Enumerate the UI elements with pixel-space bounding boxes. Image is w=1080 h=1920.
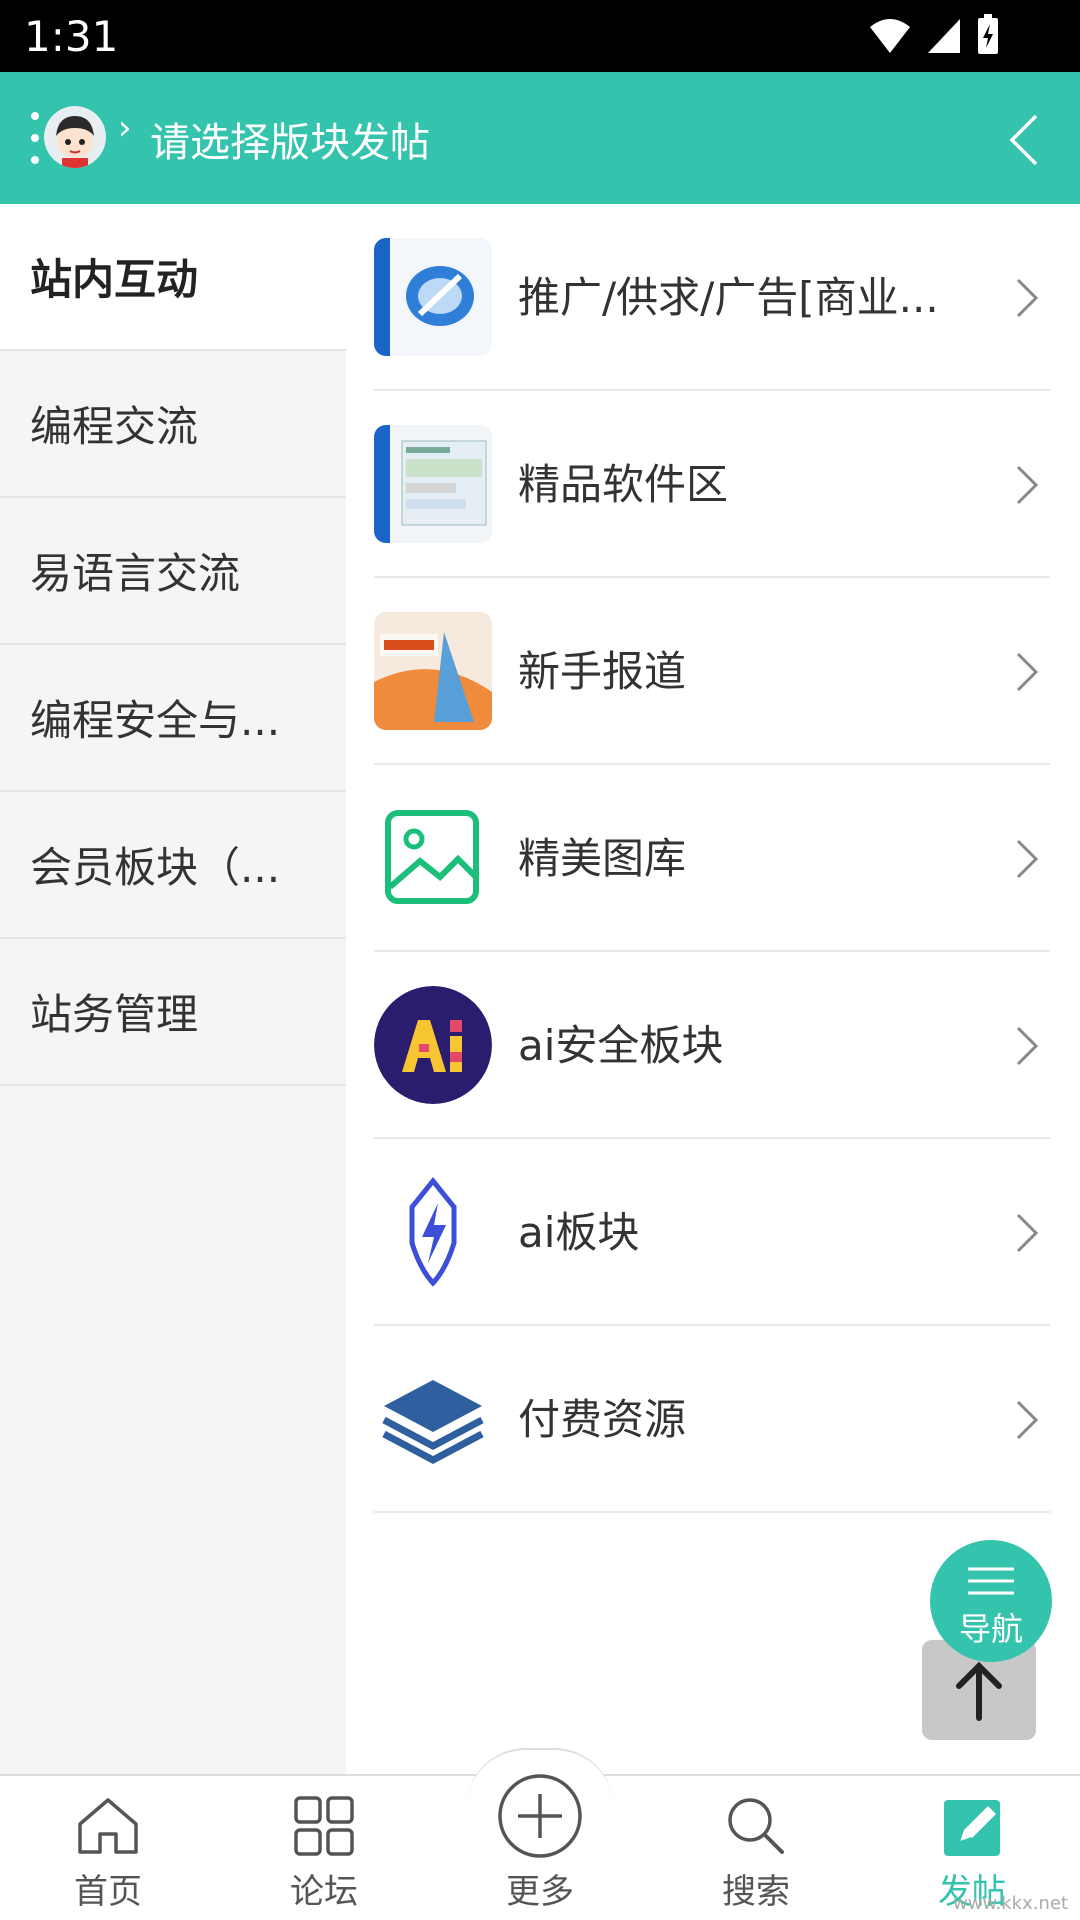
ai-security-icon [374, 986, 492, 1104]
layers-icon [374, 1360, 492, 1478]
forum-row[interactable]: 新手报道 [374, 578, 1050, 765]
nav-item-home[interactable]: 首页 [0, 1776, 216, 1920]
forum-name: 新手报道 [518, 647, 687, 696]
forum-row[interactable]: 付费资源 [374, 1326, 1050, 1513]
ai-lightning-icon [374, 1173, 492, 1291]
battery-charging-icon [978, 14, 998, 54]
signal-icon [928, 19, 960, 53]
search-icon [728, 1798, 784, 1854]
bottom-nav: 首页 论坛 更多 搜索 发帖 www.kkx.net [0, 1748, 1080, 1920]
nav-label: 首页 [74, 1872, 142, 1912]
sidebar-item-zhannei[interactable]: 站内互动 [0, 204, 346, 351]
chevron-right-icon [1016, 839, 1039, 879]
sidebar-item-biancheng[interactable]: 编程交流 [0, 351, 346, 498]
forum-name: 推广/供求/广告[商业... [518, 273, 939, 322]
category-sidebar: 站内互动 编程交流 易语言交流 编程安全与... 会员板块（... 站务管理 [0, 204, 346, 1774]
forum-list: 推广/供求/广告[商业... 精品软件区 新手报道 精美图库 ai安全板块 ai… [346, 204, 1080, 1774]
edit-icon [944, 1800, 1000, 1856]
avatar[interactable] [44, 106, 106, 168]
status-time: 1:31 [24, 12, 119, 61]
forum-row[interactable]: ai安全板块 [374, 952, 1050, 1139]
nav-fab-label: 导航 [958, 1610, 1023, 1648]
status-bar: 1:31 [0, 0, 1080, 72]
newbie-report-icon [374, 612, 492, 730]
nav-label: 更多 [506, 1872, 574, 1912]
chevron-right-icon [1016, 1213, 1039, 1253]
forum-name: 精美图库 [518, 834, 687, 883]
forum-row[interactable]: 精美图库 [374, 765, 1050, 952]
chevron-right-icon [1016, 1400, 1039, 1440]
wifi-icon [870, 19, 910, 53]
chevron-right-icon [1016, 278, 1039, 318]
nav-label: 搜索 [722, 1872, 790, 1912]
page-title: 请选择版块发帖 [150, 120, 430, 166]
breadcrumb-separator: › [118, 108, 132, 148]
forum-name: 精品软件区 [518, 460, 729, 509]
chevron-right-icon [1016, 1026, 1039, 1066]
grid-icon [294, 1796, 354, 1856]
watermark: www.kkx.net [953, 1893, 1068, 1914]
sidebar-item-huiyuan[interactable]: 会员板块（... [0, 792, 346, 939]
status-icons [868, 14, 1000, 56]
home-icon [78, 1798, 138, 1854]
sidebar-item-yiyuyan[interactable]: 易语言交流 [0, 498, 346, 645]
nav-fab-button[interactable]: 导航 [930, 1540, 1052, 1662]
wghai-promo-icon [374, 238, 492, 356]
menu-lines-icon [968, 1567, 1014, 1595]
nav-item-search[interactable]: 搜索 [648, 1776, 864, 1920]
forum-row[interactable]: 精品软件区 [374, 391, 1050, 578]
forum-name: ai安全板块 [518, 1021, 724, 1070]
plus-circle-icon [498, 1774, 582, 1858]
forum-row[interactable]: 推广/供求/广告[商业... [374, 204, 1050, 391]
sidebar-item-anquan[interactable]: 编程安全与... [0, 645, 346, 792]
nav-label: 论坛 [290, 1872, 358, 1912]
forum-name: ai板块 [518, 1208, 640, 1257]
nav-item-more[interactable]: 更多 [432, 1774, 648, 1920]
menu-dots-icon[interactable] [30, 112, 40, 164]
sidebar-item-zhanwu[interactable]: 站务管理 [0, 939, 346, 1086]
forum-row[interactable]: ai板块 [374, 1139, 1050, 1326]
chevron-right-icon [1016, 465, 1039, 505]
forum-name: 付费资源 [518, 1395, 687, 1444]
app-header: › 请选择版块发帖 [0, 72, 1080, 204]
image-gallery-icon [374, 799, 492, 917]
software-icon [374, 425, 492, 543]
nav-item-forum[interactable]: 论坛 [216, 1776, 432, 1920]
chevron-right-icon [1016, 652, 1039, 692]
back-chevron-icon[interactable] [994, 110, 1054, 170]
